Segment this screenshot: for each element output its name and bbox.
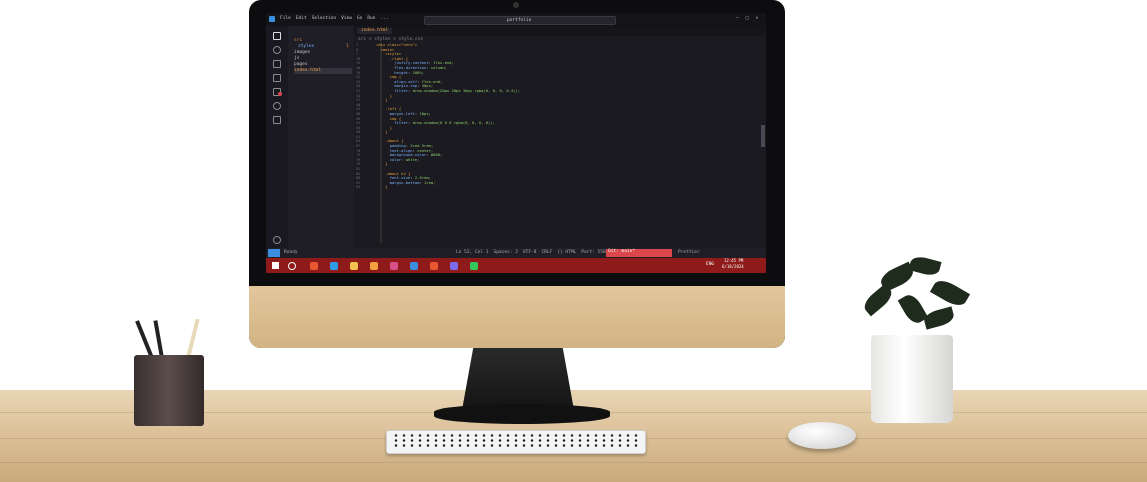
testing-icon[interactable] [273, 116, 281, 124]
files-icon[interactable] [273, 32, 281, 40]
vscode-icon [269, 16, 275, 22]
status-item[interactable]: Ln 52, Col 1 [456, 250, 489, 256]
explorer-badge: 1 [346, 44, 349, 49]
tab-bar: index.html [354, 26, 766, 36]
menu-item[interactable]: Run [367, 16, 375, 22]
menu-item[interactable]: Go [357, 16, 362, 22]
minimize-icon[interactable]: – [736, 16, 739, 22]
command-search[interactable]: portfolio [424, 16, 616, 25]
pencil [186, 318, 200, 359]
status-bar: Ready Ln 52, Col 1 Spaces: 2 UTF-8 CRLF … [266, 248, 766, 258]
app-icon[interactable] [450, 262, 458, 270]
search-icon[interactable] [288, 262, 296, 270]
status-error[interactable]: Git: main* [606, 249, 672, 257]
notification-badge [278, 92, 282, 96]
keyboard-keys [392, 433, 638, 449]
edge-icon[interactable] [330, 262, 338, 270]
menu-bar: File Edit Selection View Go Run ... [280, 16, 389, 22]
status-item[interactable]: Port: 5500 [581, 250, 608, 256]
explorer-item-active[interactable]: index.html [294, 68, 352, 74]
menu-item[interactable]: ... [380, 16, 388, 22]
language-indicator[interactable]: ENG [706, 262, 714, 268]
start-icon[interactable] [272, 262, 279, 269]
debug-icon[interactable] [273, 74, 281, 82]
maximize-icon[interactable]: □ [746, 16, 749, 22]
remote-indicator[interactable] [268, 249, 280, 257]
window-controls: – □ × [736, 16, 758, 22]
screen: File Edit Selection View Go Run ... port… [266, 13, 766, 273]
store-icon[interactable] [370, 262, 378, 270]
menu-item[interactable]: File [280, 16, 291, 22]
mouse [788, 422, 856, 449]
monitor-chin [249, 286, 785, 348]
activity-bar [266, 26, 288, 261]
status-left: Ready [284, 250, 298, 255]
status-right[interactable]: Prettier [678, 250, 700, 256]
search-icon[interactable] [273, 46, 281, 54]
taskbar: ENG 12:45 PM 6/18/2024 [266, 258, 766, 273]
pencil-cup [134, 355, 204, 426]
pen [153, 320, 164, 359]
explorer-sidebar: src styles 1 images js pages index.html [288, 26, 354, 261]
menu-item[interactable]: View [341, 16, 352, 22]
status-item[interactable]: UTF-8 [523, 250, 537, 256]
menu-item[interactable]: Selection [312, 16, 336, 22]
status-item[interactable]: Spaces: 2 [494, 250, 518, 256]
app-icon[interactable] [390, 262, 398, 270]
code-line: } [385, 184, 388, 190]
folder-icon[interactable] [350, 262, 358, 270]
chrome-icon[interactable] [430, 262, 438, 270]
code-area: 1 4 7 10 13 16 19 22 25 28 31 34 37 40 4… [354, 42, 766, 243]
clock-date[interactable]: 6/18/2024 [722, 264, 744, 269]
vscode-taskbar-icon[interactable] [410, 262, 418, 270]
source-control-icon[interactable] [273, 60, 281, 68]
code-lines: <div class="hero"> <main> <style> .right… [376, 42, 521, 190]
menu-item[interactable]: Edit [296, 16, 307, 22]
browser-icon[interactable] [310, 262, 318, 270]
plant-leaf [929, 276, 971, 310]
search-label: portfolio [507, 18, 532, 23]
remote-icon[interactable] [273, 102, 281, 110]
status-item[interactable]: CRLF [541, 250, 552, 256]
line-numbers: 1 4 7 10 13 16 19 22 25 28 31 34 37 40 4… [356, 43, 361, 190]
title-bar: File Edit Selection View Go Run ... port… [266, 13, 766, 26]
code-line: filter: drop-shadow(20px 20px 10px rgba(… [394, 87, 521, 93]
camera [513, 2, 519, 8]
pen [135, 320, 154, 359]
desk-grain [0, 462, 1147, 463]
plant-pot [871, 335, 953, 423]
account-icon[interactable] [273, 236, 281, 244]
app-icon[interactable] [470, 262, 478, 270]
monitor-stand [462, 348, 574, 410]
status-item[interactable]: {} HTML [557, 250, 576, 256]
monitor-foot [434, 404, 610, 424]
status-items: Ln 52, Col 1 Spaces: 2 UTF-8 CRLF {} HTM… [456, 250, 608, 256]
scrollbar-thumb[interactable] [761, 125, 765, 147]
tab-active[interactable]: index.html [357, 28, 393, 34]
plant-leaf [908, 254, 942, 278]
clock-time[interactable]: 12:45 PM [724, 258, 743, 263]
plant-leaf [922, 306, 956, 330]
close-icon[interactable]: × [755, 16, 758, 22]
